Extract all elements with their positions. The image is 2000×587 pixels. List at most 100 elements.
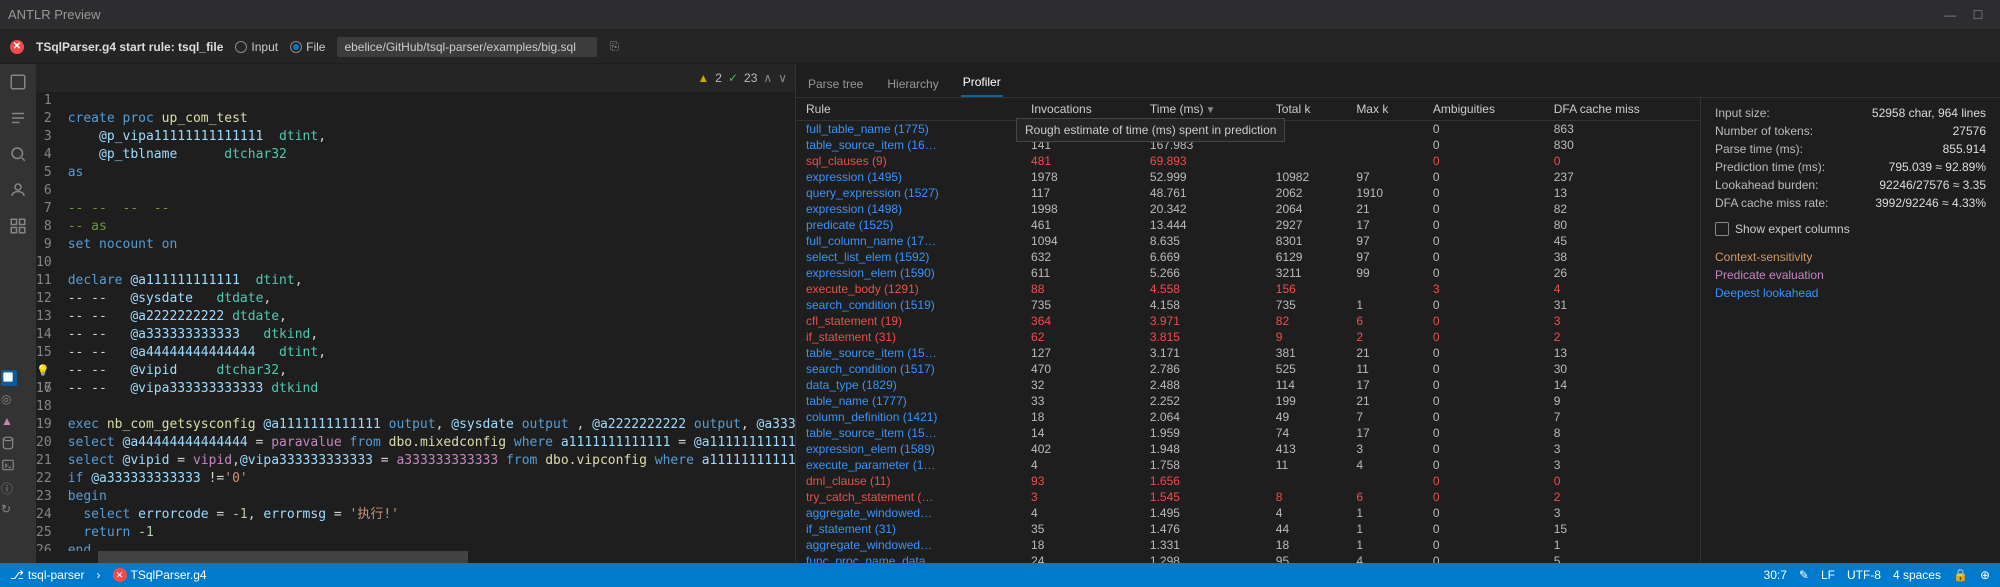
table-row[interactable]: aggregate_windowed…181.33118101 bbox=[796, 537, 1700, 553]
input-radio[interactable]: Input bbox=[235, 40, 278, 54]
rule-cell[interactable]: table_source_item (15… bbox=[796, 345, 1021, 361]
table-row[interactable]: expression (1495)197852.99910982970237 bbox=[796, 169, 1700, 185]
rail-target-icon[interactable]: ◎ bbox=[1, 392, 17, 408]
table-row[interactable]: full_column_name (17…10948.635830197045 bbox=[796, 233, 1700, 249]
rule-cell[interactable]: if_statement (31) bbox=[796, 521, 1021, 537]
rail-triangle-icon[interactable]: ▲ bbox=[1, 414, 17, 430]
table-row[interactable]: select_list_elem (1592)6326.669612997038 bbox=[796, 249, 1700, 265]
code-editor[interactable]: create proc up_com_test @p_vipa111111111… bbox=[62, 92, 795, 551]
table-row[interactable]: table_source_item (15…141.959741708 bbox=[796, 425, 1700, 441]
rail-selected-icon[interactable] bbox=[1, 370, 17, 386]
rule-cell[interactable]: expression_elem (1589) bbox=[796, 441, 1021, 457]
rule-cell[interactable]: search_condition (1517) bbox=[796, 361, 1021, 377]
table-row[interactable]: query_expression (1527)11748.76120621910… bbox=[796, 185, 1700, 201]
table-row[interactable]: try_catch_statement (…31.5458602 bbox=[796, 489, 1700, 505]
rule-cell[interactable]: cfl_statement (19) bbox=[796, 313, 1021, 329]
status-indent[interactable]: 4 spaces bbox=[1893, 568, 1941, 582]
rule-cell[interactable]: query_expression (1527) bbox=[796, 185, 1021, 201]
status-encoding[interactable]: UTF-8 bbox=[1847, 568, 1881, 582]
table-row[interactable]: if_statement (31)623.8159202 bbox=[796, 329, 1700, 345]
table-row[interactable]: expression (1498)199820.342206421082 bbox=[796, 201, 1700, 217]
rail-refresh-icon[interactable]: ↻ bbox=[1, 502, 17, 518]
rail-info-icon[interactable]: ⓘ bbox=[1, 480, 17, 496]
tab-hierarchy[interactable]: Hierarchy bbox=[885, 71, 940, 97]
col-dfa[interactable]: DFA cache miss bbox=[1544, 98, 1700, 121]
table-row[interactable]: expression_elem (1590)6115.266321199026 bbox=[796, 265, 1700, 281]
explorer-icon[interactable] bbox=[4, 68, 32, 96]
rule-cell[interactable]: aggregate_windowed… bbox=[796, 505, 1021, 521]
table-row[interactable]: table_name (1777)332.2521992109 bbox=[796, 393, 1700, 409]
rail-terminal-icon[interactable] bbox=[1, 458, 17, 474]
text-icon[interactable] bbox=[4, 104, 32, 132]
table-row[interactable]: cfl_statement (19)3643.97182603 bbox=[796, 313, 1700, 329]
table-row[interactable]: func_proc_name_data…241.29895405 bbox=[796, 553, 1700, 563]
file-radio[interactable]: File bbox=[290, 40, 325, 54]
table-row[interactable]: data_type (1829)322.48811417014 bbox=[796, 377, 1700, 393]
status-lf[interactable]: LF bbox=[1821, 568, 1835, 582]
horizontal-scrollbar[interactable] bbox=[36, 551, 795, 563]
dfa-cell: 7 bbox=[1544, 409, 1700, 425]
file-path-input[interactable] bbox=[337, 37, 597, 57]
copy-icon[interactable]: ⎘ bbox=[609, 39, 619, 54]
add-icon[interactable]: ⊕ bbox=[1980, 568, 1990, 582]
rule-cell[interactable]: sql_clauses (9) bbox=[796, 153, 1021, 169]
col-rule[interactable]: Rule bbox=[796, 98, 1021, 121]
status-line-col[interactable]: 30:7 bbox=[1764, 568, 1787, 582]
expert-columns-checkbox[interactable]: Show expert columns bbox=[1715, 222, 1986, 236]
status-project[interactable]: ⎇ tsql-parser bbox=[10, 568, 85, 582]
tab-profiler[interactable]: Profiler bbox=[961, 69, 1003, 97]
rule-cell[interactable]: expression (1495) bbox=[796, 169, 1021, 185]
rule-cell[interactable]: func_proc_name_data… bbox=[796, 553, 1021, 563]
amb-cell: 0 bbox=[1423, 137, 1544, 153]
rule-cell[interactable]: full_column_name (17… bbox=[796, 233, 1021, 249]
rule-cell[interactable]: expression_elem (1590) bbox=[796, 265, 1021, 281]
table-row[interactable]: execute_body (1291)884.55815634 bbox=[796, 281, 1700, 297]
rule-cell[interactable]: select_list_elem (1592) bbox=[796, 249, 1021, 265]
chevron-up-icon[interactable]: ∧ bbox=[763, 71, 772, 85]
col-ambiguities[interactable]: Ambiguities bbox=[1423, 98, 1544, 121]
table-row[interactable]: search_condition (1517)4702.78652511030 bbox=[796, 361, 1700, 377]
rule-cell[interactable]: table_source_item (16… bbox=[796, 137, 1021, 153]
table-row[interactable]: execute_parameter (1…41.75811403 bbox=[796, 457, 1700, 473]
dfa-cell: 26 bbox=[1544, 265, 1700, 281]
table-row[interactable]: if_statement (31)351.476441015 bbox=[796, 521, 1700, 537]
minimize-icon[interactable]: — bbox=[1936, 1, 1964, 29]
table-row[interactable]: predicate (1525)46113.444292717080 bbox=[796, 217, 1700, 233]
rule-cell[interactable]: execute_parameter (1… bbox=[796, 457, 1021, 473]
edit-icon[interactable]: ✎ bbox=[1799, 568, 1809, 582]
rule-cell[interactable]: dml_clause (11) bbox=[796, 473, 1021, 489]
rule-cell[interactable]: table_name (1777) bbox=[796, 393, 1021, 409]
col-maxk[interactable]: Max k bbox=[1346, 98, 1423, 121]
table-row[interactable]: search_condition (1519)7354.1587351031 bbox=[796, 297, 1700, 313]
chevron-down-icon[interactable]: ∨ bbox=[778, 71, 787, 85]
rule-cell[interactable]: table_source_item (15… bbox=[796, 425, 1021, 441]
rule-cell[interactable]: try_catch_statement (… bbox=[796, 489, 1021, 505]
table-row[interactable]: column_definition (1421)182.06449707 bbox=[796, 409, 1700, 425]
table-row[interactable]: sql_clauses (9)48169.89300 bbox=[796, 153, 1700, 169]
search-icon[interactable] bbox=[4, 140, 32, 168]
tab-parse-tree[interactable]: Parse tree bbox=[806, 71, 865, 97]
table-row[interactable]: dml_clause (11)931.65600 bbox=[796, 473, 1700, 489]
rule-cell[interactable]: full_table_name (1775) bbox=[796, 121, 1021, 138]
table-row[interactable]: aggregate_windowed…41.4954103 bbox=[796, 505, 1700, 521]
table-row[interactable]: expression_elem (1589)4021.948413303 bbox=[796, 441, 1700, 457]
stat-predict-v: 795.039 ≈ 92.89% bbox=[1889, 160, 1986, 178]
lock-icon[interactable]: 🔒 bbox=[1953, 568, 1968, 582]
rule-cell[interactable]: column_definition (1421) bbox=[796, 409, 1021, 425]
rail-db-icon[interactable] bbox=[1, 436, 17, 452]
rule-cell[interactable]: expression (1498) bbox=[796, 201, 1021, 217]
rule-cell[interactable]: search_condition (1519) bbox=[796, 297, 1021, 313]
scrollbar-thumb[interactable] bbox=[98, 551, 468, 563]
rule-cell[interactable]: data_type (1829) bbox=[796, 377, 1021, 393]
rule-cell[interactable]: execute_body (1291) bbox=[796, 281, 1021, 297]
file-radio-label: File bbox=[306, 40, 325, 54]
person-icon[interactable] bbox=[4, 176, 32, 204]
grid-icon[interactable] bbox=[4, 212, 32, 240]
table-row[interactable]: table_source_item (15…1273.17138121013 bbox=[796, 345, 1700, 361]
rule-cell[interactable]: predicate (1525) bbox=[796, 217, 1021, 233]
time-cell: 2.488 bbox=[1140, 377, 1266, 393]
status-file[interactable]: ✕ TSqlParser.g4 bbox=[113, 568, 207, 582]
rule-cell[interactable]: if_statement (31) bbox=[796, 329, 1021, 345]
rule-cell[interactable]: aggregate_windowed… bbox=[796, 537, 1021, 553]
maximize-icon[interactable]: ☐ bbox=[1964, 1, 1992, 29]
